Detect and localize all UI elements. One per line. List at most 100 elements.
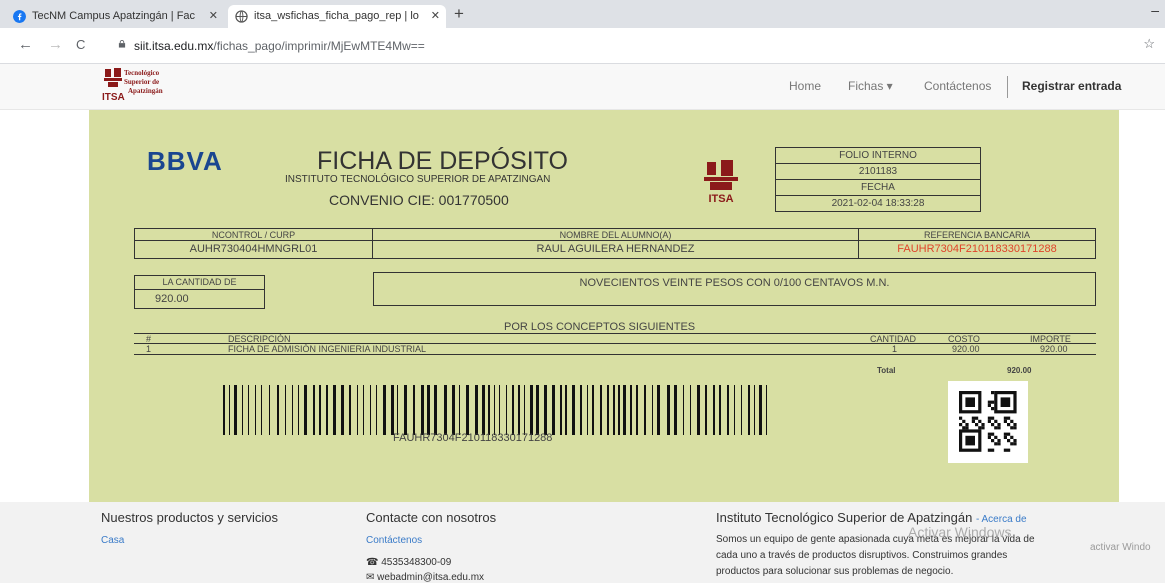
footer-about-text-2: cada uno a través de productos disruptiv… [716, 550, 1008, 561]
nav-fichas-dropdown[interactable]: Fichas ▾ [848, 79, 893, 93]
qr-module [987, 435, 991, 439]
reload-icon[interactable]: C [76, 37, 85, 52]
barcode-bar [592, 385, 594, 435]
qr-module [1007, 439, 1011, 443]
cantidad-label: LA CANTIDAD DE [135, 276, 264, 290]
fecha-value: 2021-02-04 18:33:28 [831, 198, 925, 209]
close-tab-icon[interactable]: ✕ [209, 5, 218, 28]
qr-module [1003, 419, 1007, 423]
site-navbar: Tecnológico Superior de Apatzingán ITSA … [0, 64, 1165, 110]
barcode-bar [242, 385, 243, 435]
qr-module [962, 419, 966, 423]
folio-value: 2101183 [776, 164, 980, 180]
url-text: siit.itsa.edu.mx/fichas_pago/imprimir/Mj… [134, 39, 425, 53]
forward-icon[interactable]: → [48, 36, 63, 53]
barcode-bar [754, 385, 755, 435]
qr-module [981, 423, 985, 427]
barcode-bar [518, 385, 520, 435]
barcode-bar [734, 385, 735, 435]
barcode-bar [333, 385, 336, 435]
qr-module [991, 391, 995, 395]
nav-registrar-entrada[interactable]: Registrar entrada [1022, 79, 1121, 93]
ficha-deposito-panel: BBVA FICHA DE DEPÓSITO INSTITUTO TECNOLÓ… [89, 110, 1119, 502]
tab-title: itsa_wsfichas_ficha_pago_rep | lo [254, 10, 419, 22]
qr-module [965, 423, 969, 427]
qr-module [994, 435, 998, 439]
barcode-bar [600, 385, 602, 435]
row-costo: 920.00 [952, 344, 980, 354]
qr-module [991, 423, 995, 427]
qr-module [1013, 423, 1017, 427]
barcode-bar [261, 385, 262, 435]
barcode-bar [370, 385, 371, 435]
url-field[interactable]: siit.itsa.edu.mx/fichas_pago/imprimir/Mj… [104, 33, 1134, 59]
new-tab-button[interactable]: + [454, 4, 464, 24]
barcode-bar [285, 385, 286, 435]
qr-module [1013, 439, 1017, 443]
url-path: /fichas_pago/imprimir/MjEwMTE4Mw== [213, 39, 425, 53]
qr-module [997, 439, 1001, 443]
bookmark-star-icon[interactable]: ☆ [1143, 36, 1155, 52]
barcode-bar [636, 385, 638, 435]
barcode-bar [466, 385, 469, 435]
barcode-bar [397, 385, 398, 435]
cantidad-value: 920.00 [155, 293, 189, 305]
barcode-bar [459, 385, 460, 435]
barcode-bar [357, 385, 358, 435]
barcode-bar [759, 385, 762, 435]
footer-email[interactable]: ✉ webadmin@itsa.edu.mx [366, 572, 484, 583]
conceptos-table: # DESCRIPCIÓN CANTIDAD COSTO IMPORTE 1 F… [134, 333, 1096, 355]
footer-link-contactenos[interactable]: Contáctenos [366, 535, 422, 546]
qr-module [959, 423, 963, 427]
qr-module [991, 448, 995, 452]
qr-module [991, 439, 995, 443]
barcode-bar [277, 385, 279, 435]
qr-module [1003, 416, 1007, 420]
qr-module [981, 426, 985, 430]
back-icon[interactable]: ← [18, 36, 33, 53]
barcode-bar [499, 385, 500, 435]
barcode-bar [552, 385, 555, 435]
tab-ficha-pago[interactable]: itsa_wsfichas_ficha_pago_rep | lo ✕ [228, 5, 446, 28]
barcode-bar [444, 385, 447, 435]
nav-home[interactable]: Home [789, 79, 821, 93]
itsa-logo-icon[interactable] [103, 67, 123, 89]
tab-tecnm[interactable]: TecNM Campus Apatzingán | Fac ✕ [6, 5, 224, 28]
barcode-bar [697, 385, 700, 435]
close-tab-icon[interactable]: ✕ [431, 5, 440, 28]
footer-products-title: Nuestros productos y servicios [101, 510, 279, 525]
barcode-bar [292, 385, 293, 435]
row-cant: 1 [892, 344, 898, 354]
barcode-bar [383, 385, 386, 435]
barcode-image [223, 385, 767, 435]
barcode-bar [488, 385, 490, 435]
qr-module [978, 426, 982, 430]
qr-module [1007, 416, 1011, 420]
qr-module [1010, 442, 1014, 446]
qr-module [991, 407, 995, 411]
qr-module [997, 423, 1001, 427]
barcode-bar [657, 385, 660, 435]
footer-link-casa[interactable]: Casa [101, 535, 124, 546]
qr-module [1010, 426, 1014, 430]
minimize-button[interactable]: – [1151, 2, 1159, 18]
ficha-title: FICHA DE DEPÓSITO [317, 147, 568, 175]
barcode-bar [319, 385, 321, 435]
barcode-bar [719, 385, 721, 435]
nav-contactenos[interactable]: Contáctenos [924, 79, 991, 93]
phone-text: 4535348300-09 [381, 557, 452, 568]
barcode-bar [524, 385, 525, 435]
total-value: 920.00 [1007, 366, 1032, 375]
barcode-bar [587, 385, 588, 435]
qr-module [994, 426, 998, 430]
barcode-bar [413, 385, 415, 435]
qr-module [991, 400, 995, 404]
qr-module [1003, 448, 1007, 452]
qr-module [971, 419, 975, 423]
fecha-label: FECHA [776, 180, 980, 196]
barcode-bar [434, 385, 437, 435]
barcode-bar [748, 385, 750, 435]
barcode-bar [652, 385, 653, 435]
qr-module [994, 419, 998, 423]
qr-module [1007, 423, 1011, 427]
